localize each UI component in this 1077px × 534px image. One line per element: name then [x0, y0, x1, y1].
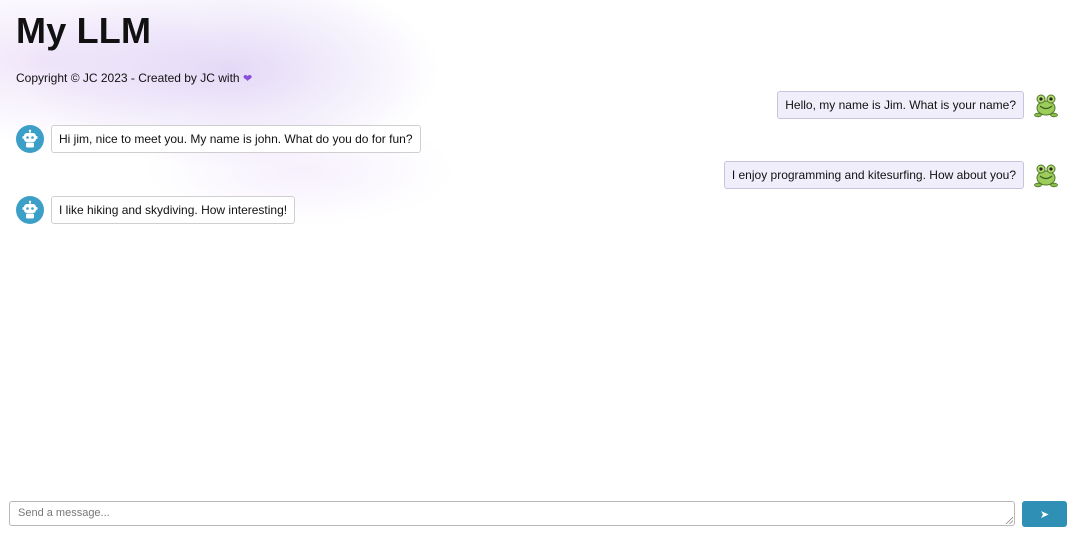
copyright-text: Copyright © JC 2023 - Created by JC with [16, 71, 240, 85]
frog-icon [1032, 91, 1060, 119]
user-message-bubble: I enjoy programming and kitesurfing. How… [723, 161, 1024, 189]
chat-message-bot: I like hiking and skydiving. How interes… [16, 196, 296, 224]
app-title: My LLM [16, 10, 152, 51]
robot-icon [16, 196, 44, 224]
user-message-bubble: Hello, my name is Jim. What is your name… [777, 91, 1024, 119]
robot-icon [16, 125, 44, 153]
resize-grip-icon[interactable] [1005, 516, 1013, 524]
bot-message-bubble: I like hiking and skydiving. How interes… [51, 196, 296, 224]
send-button[interactable]: ➤ [1022, 501, 1067, 527]
heart-icon: ❤ [242, 73, 253, 85]
send-icon: ➤ [1039, 507, 1050, 521]
message-input[interactable] [9, 501, 1015, 526]
bot-message-bubble: Hi jim, nice to meet you. My name is joh… [51, 125, 421, 153]
chat-message-user: I enjoy programming and kitesurfing. How… [723, 161, 1060, 189]
copyright-footer: Copyright © JC 2023 - Created by JC with… [16, 71, 252, 86]
chat-message-user: Hello, my name is Jim. What is your name… [777, 91, 1060, 119]
message-composer: ➤ [9, 501, 1067, 527]
frog-icon [1032, 161, 1060, 189]
chat-message-bot: Hi jim, nice to meet you. My name is joh… [16, 125, 421, 153]
